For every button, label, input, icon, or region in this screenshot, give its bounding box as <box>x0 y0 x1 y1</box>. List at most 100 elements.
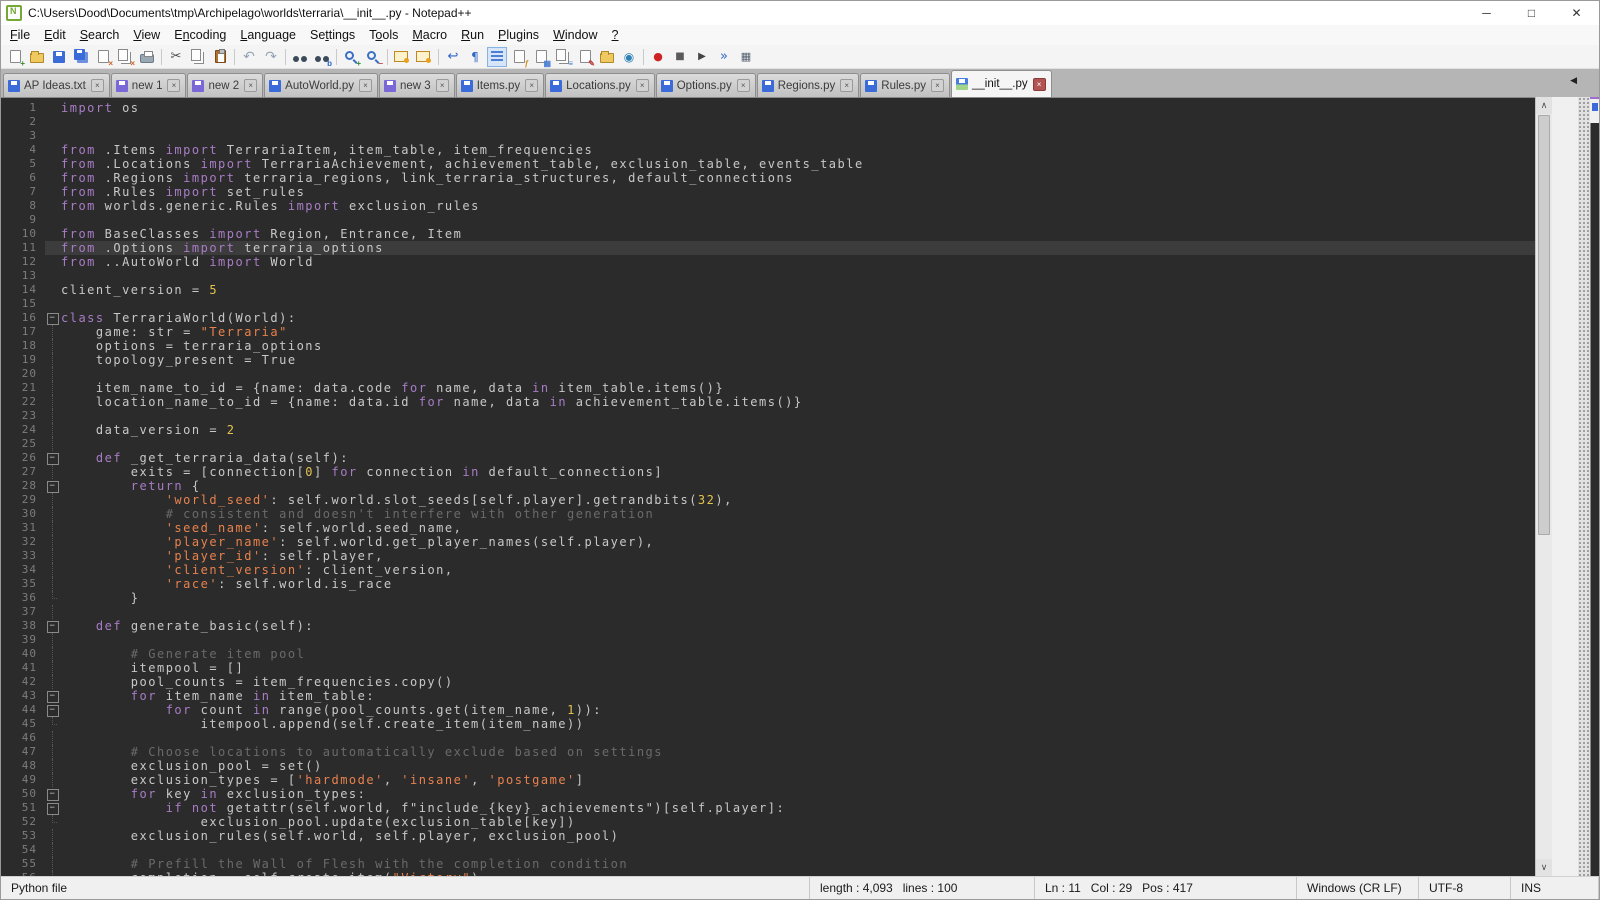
undo-button[interactable]: ↶ <box>239 47 259 67</box>
tab-rules-py[interactable]: Rules.py× <box>860 73 950 97</box>
code-line[interactable]: 13 <box>1 269 1535 283</box>
show-indent-guide-button[interactable] <box>487 47 507 67</box>
show-all-characters-button[interactable]: ¶ <box>465 47 485 67</box>
code-line[interactable]: 21 item_name_to_id = {name: data.code fo… <box>1 381 1535 395</box>
tab-ap-ideas-txt[interactable]: AP Ideas.txt× <box>3 73 110 97</box>
code-line[interactable]: 7from .Rules import set_rules <box>1 185 1535 199</box>
code-line[interactable]: 18 options = terraria_options <box>1 339 1535 353</box>
tab-new-3[interactable]: new 3× <box>379 73 455 97</box>
zoom-in-button[interactable]: + <box>341 47 361 67</box>
menu-item-view[interactable]: View <box>126 26 167 44</box>
code-line[interactable]: 12from ..AutoWorld import World <box>1 255 1535 269</box>
tab-close-icon[interactable]: × <box>636 79 649 92</box>
code-editor[interactable]: 1import os234from .Items import Terraria… <box>1 97 1535 876</box>
code-line[interactable]: 16class TerrariaWorld(World): <box>1 311 1535 325</box>
code-line[interactable]: 49 exclusion_types = ['hardmode', 'insan… <box>1 773 1535 787</box>
function-list-button[interactable]: ƒ <box>509 47 529 67</box>
code-line[interactable]: 20 <box>1 367 1535 381</box>
fold-marker[interactable] <box>45 479 61 493</box>
menu-item-search[interactable]: Search <box>73 26 127 44</box>
open-file-button[interactable] <box>27 47 47 67</box>
code-line[interactable]: 34 'client_version': client_version, <box>1 563 1535 577</box>
new-file-button[interactable]: + <box>5 47 25 67</box>
menu-item-file[interactable]: File <box>3 26 37 44</box>
copy-button[interactable] <box>188 47 208 67</box>
fold-marker[interactable] <box>45 787 61 801</box>
save-file-button[interactable] <box>49 47 69 67</box>
menu-item-run[interactable]: Run <box>454 26 491 44</box>
close-all-button[interactable]: × <box>115 47 135 67</box>
tab-close-icon[interactable]: × <box>244 79 257 92</box>
scroll-thumb[interactable] <box>1538 115 1550 535</box>
code-line[interactable]: 47 # Choose locations to automatically e… <box>1 745 1535 759</box>
fold-marker[interactable] <box>45 689 61 703</box>
menu-item-settings[interactable]: Settings <box>303 26 362 44</box>
menu-item-macro[interactable]: Macro <box>405 26 454 44</box>
replace-button[interactable]: b <box>312 47 332 67</box>
code-line[interactable]: 9 <box>1 213 1535 227</box>
code-line[interactable]: 23 <box>1 409 1535 423</box>
fold-marker[interactable] <box>45 801 61 815</box>
code-line[interactable]: 50 for key in exclusion_types: <box>1 787 1535 801</box>
tab-regions-py[interactable]: Regions.py× <box>757 73 860 97</box>
menu-item-window[interactable]: Window <box>546 26 604 44</box>
fold-marker[interactable] <box>45 619 61 633</box>
code-line[interactable]: 26 def _get_terraria_data(self): <box>1 451 1535 465</box>
code-line[interactable]: 11from .Options import terraria_options <box>1 241 1535 255</box>
cut-button[interactable]: ✂ <box>166 47 186 67</box>
sync-vertical-button[interactable] <box>392 47 412 67</box>
code-line[interactable]: 41 itempool = [] <box>1 661 1535 675</box>
code-line[interactable]: 39 <box>1 633 1535 647</box>
close-file-button[interactable]: × <box>93 47 113 67</box>
code-line[interactable]: 19 topology_present = True <box>1 353 1535 367</box>
document-list-button[interactable]: ≡ <box>553 47 573 67</box>
code-line[interactable]: 54 <box>1 843 1535 857</box>
code-line[interactable]: 32 'player_name': self.world.get_player_… <box>1 535 1535 549</box>
code-line[interactable]: 52 exclusion_pool.update(exclusion_table… <box>1 815 1535 829</box>
tab-close-icon[interactable]: × <box>525 79 538 92</box>
code-line[interactable]: 25 <box>1 437 1535 451</box>
code-line[interactable]: 22 location_name_to_id = {name: data.id … <box>1 395 1535 409</box>
fold-marker[interactable] <box>45 703 61 717</box>
view-splitter-grip[interactable] <box>1578 97 1590 876</box>
macro-run-multiple-button[interactable]: » <box>714 47 734 67</box>
tab-scroll-left-icon[interactable]: ◀ <box>1570 75 1577 86</box>
word-wrap-button[interactable]: ↩ <box>443 47 463 67</box>
code-line[interactable]: 44 for count in range(pool_counts.get(it… <box>1 703 1535 717</box>
code-line[interactable]: 17 game: str = "Terraria" <box>1 325 1535 339</box>
tab-new-1[interactable]: new 1× <box>111 73 187 97</box>
fold-marker[interactable] <box>45 451 61 465</box>
code-line[interactable]: 24 data_version = 2 <box>1 423 1535 437</box>
tab-new-2[interactable]: new 2× <box>187 73 263 97</box>
secondary-view-editor[interactable] <box>1590 123 1599 876</box>
code-line[interactable]: 27 exits = [connection[0] for connection… <box>1 465 1535 479</box>
print-button[interactable] <box>137 47 157 67</box>
code-line[interactable]: 3 <box>1 129 1535 143</box>
macro-save-button[interactable]: ▦ <box>736 47 756 67</box>
code-line[interactable]: 5from .Locations import TerrariaAchievem… <box>1 157 1535 171</box>
menu-item-item[interactable]: ? <box>605 26 626 44</box>
tab-items-py[interactable]: Items.py× <box>456 73 544 97</box>
paste-button[interactable] <box>210 47 230 67</box>
menu-item-tools[interactable]: Tools <box>362 26 405 44</box>
code-line[interactable]: 31 'seed_name': self.world.seed_name, <box>1 521 1535 535</box>
tab-autoworld-py[interactable]: AutoWorld.py× <box>264 73 378 97</box>
tab-close-icon[interactable]: × <box>91 79 104 92</box>
edit-marker-button[interactable]: ✎ <box>575 47 595 67</box>
code-line[interactable]: 2 <box>1 115 1535 129</box>
code-line[interactable]: 40 # Generate item pool <box>1 647 1535 661</box>
macro-play-button[interactable]: ▶ <box>692 47 712 67</box>
code-line[interactable]: 46 <box>1 731 1535 745</box>
code-line[interactable]: 51 if not getattr(self.world, f"include_… <box>1 801 1535 815</box>
code-line[interactable]: 37 <box>1 605 1535 619</box>
tab-init-py[interactable]: __init__.py× <box>951 70 1052 97</box>
tab-options-py[interactable]: Options.py× <box>656 73 756 97</box>
scroll-down-button[interactable]: ∨ <box>1536 859 1552 876</box>
fold-marker[interactable] <box>45 311 61 325</box>
code-line[interactable]: 42 pool_counts = item_frequencies.copy() <box>1 675 1535 689</box>
code-line[interactable]: 28 return { <box>1 479 1535 493</box>
tab-close-icon[interactable]: × <box>840 79 853 92</box>
close-button[interactable]: ✕ <box>1554 1 1599 25</box>
code-line[interactable]: 14client_version = 5 <box>1 283 1535 297</box>
code-line[interactable]: 6from .Regions import terraria_regions, … <box>1 171 1535 185</box>
